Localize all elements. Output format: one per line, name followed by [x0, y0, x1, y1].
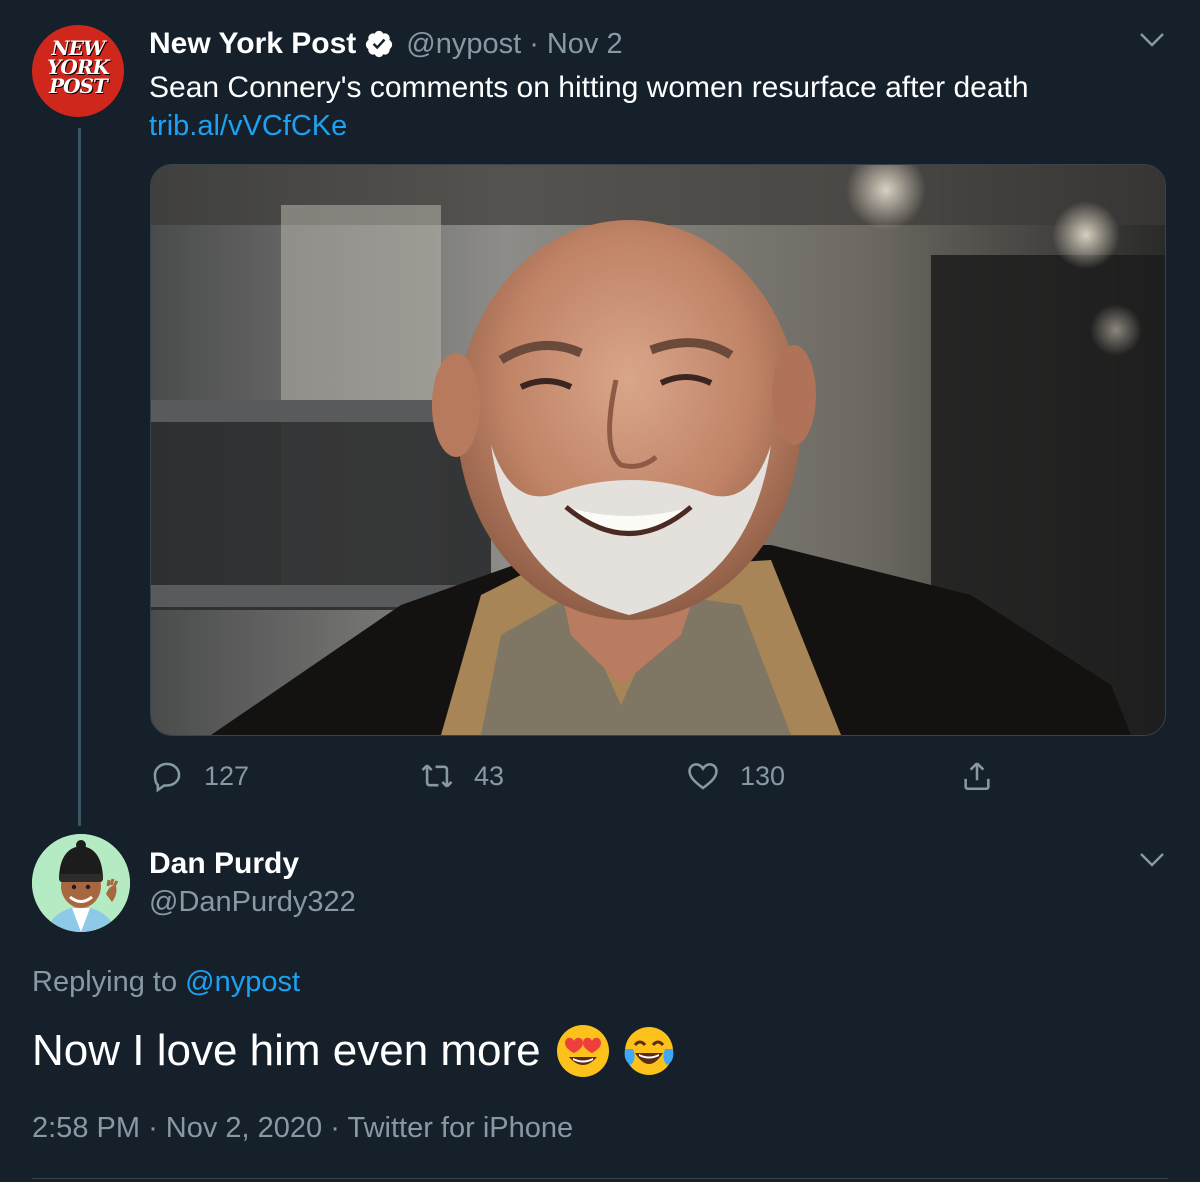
- replying-to-line: Replying to @nypost: [32, 962, 300, 1002]
- chevron-down-icon[interactable]: [1139, 32, 1165, 48]
- nypost-logo: NEW YORK POST: [47, 36, 110, 98]
- retweet-count: 43: [474, 760, 505, 791]
- tweet-full-date[interactable]: Nov 2, 2020: [166, 1112, 322, 1144]
- tweet-photo[interactable]: [150, 164, 1166, 736]
- share-action[interactable]: [960, 756, 1014, 796]
- tweet-date[interactable]: Nov 2: [547, 28, 623, 61]
- retweet-icon: [421, 764, 453, 788]
- reply-count: 127: [204, 760, 250, 791]
- tweet-text: Sean Connery's comments on hitting women…: [149, 71, 1029, 104]
- nypost-avatar[interactable]: NEW YORK POST: [32, 25, 124, 117]
- replying-to-prefix: Replying to: [32, 966, 178, 998]
- heart-eyes-emoji-icon: [556, 1025, 609, 1077]
- reply-icon: [153, 762, 181, 793]
- separator-dot: ·: [148, 1112, 158, 1144]
- tweet-time[interactable]: 2:58 PM: [32, 1112, 140, 1144]
- retweet-action[interactable]: 43: [420, 756, 504, 796]
- like-count: 130: [740, 760, 786, 791]
- memoji-avatar-image: [32, 834, 130, 932]
- reply-text: Now I love him even more: [32, 1026, 541, 1075]
- separator-dot: ·: [330, 1112, 340, 1144]
- reply-author-name[interactable]: Dan Purdy: [149, 844, 299, 884]
- original-tweet-header: New York Post @nypost · Nov 2: [149, 24, 623, 64]
- heart-icon: [688, 763, 718, 790]
- photo-portrait: [151, 165, 1165, 735]
- tweet-metadata: 2:58 PM · Nov 2, 2020 · Twitter for iPho…: [32, 1108, 573, 1148]
- tweet-source[interactable]: Twitter for iPhone: [347, 1112, 573, 1144]
- verified-badge-icon: [366, 30, 393, 58]
- share-icon: [964, 762, 990, 791]
- reply-action[interactable]: 127: [150, 756, 249, 796]
- reply-author-handle[interactable]: @DanPurdy322: [149, 882, 356, 922]
- reply-text-row: Now I love him even more: [32, 1022, 677, 1080]
- tweet-link[interactable]: trib.al/vVCfCKe: [149, 106, 347, 146]
- tears-of-joy-emoji-icon: [624, 1027, 674, 1075]
- thread-connector-line: [78, 128, 81, 826]
- author-name[interactable]: New York Post: [149, 27, 356, 61]
- divider: [32, 1178, 1168, 1179]
- replying-to-handle[interactable]: @nypost: [185, 966, 300, 998]
- author-handle[interactable]: @nypost: [406, 28, 521, 61]
- chevron-down-icon[interactable]: [1139, 852, 1165, 868]
- separator-dot: ·: [529, 27, 539, 60]
- like-action[interactable]: 130: [686, 756, 785, 796]
- danpurdy-avatar[interactable]: [32, 834, 130, 932]
